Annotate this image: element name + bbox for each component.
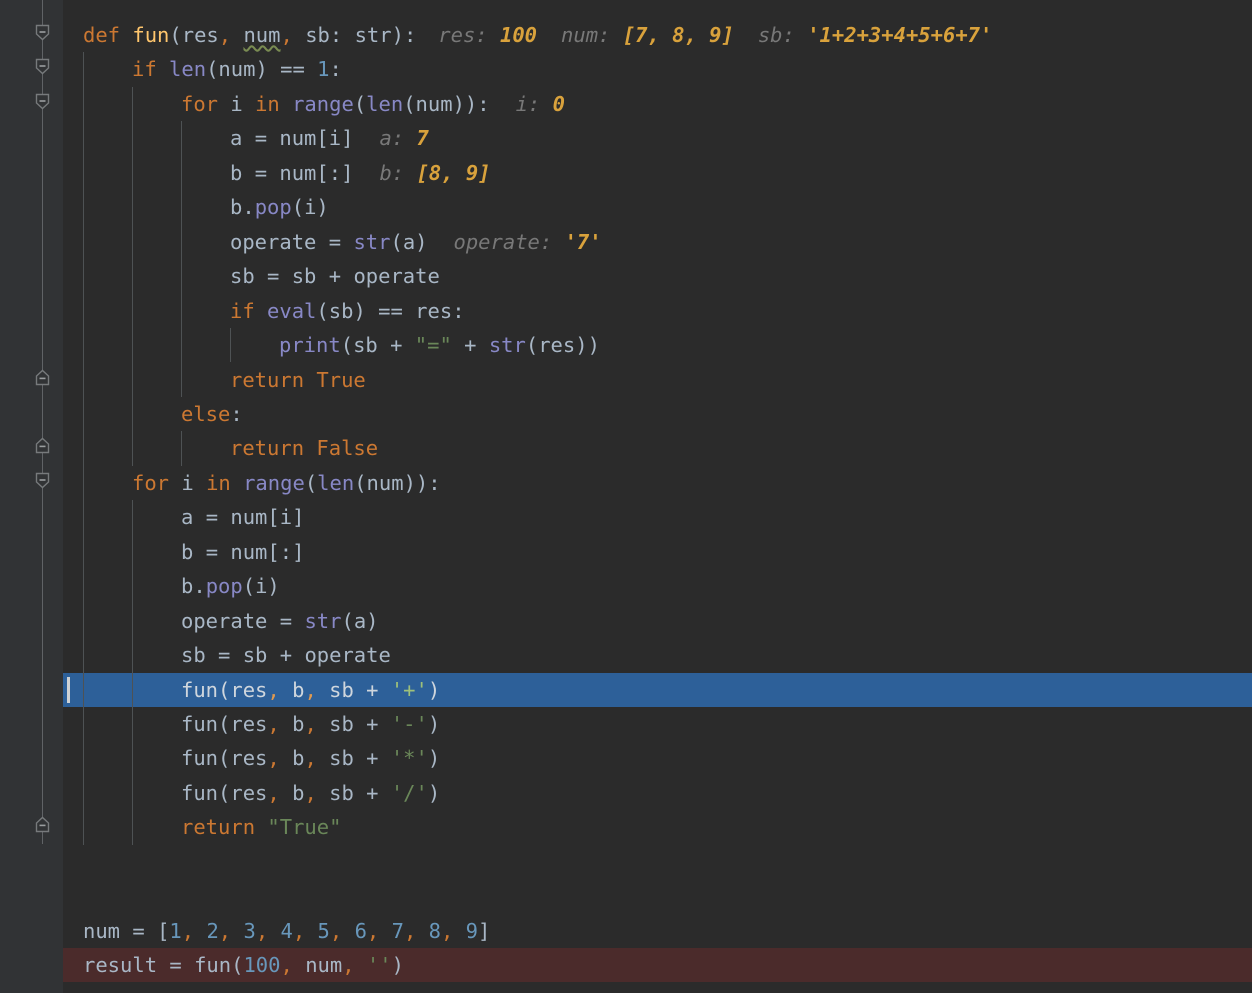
fold-expanded-icon[interactable] — [35, 24, 50, 41]
code-line[interactable]: if eval(sb) == res: — [230, 294, 465, 328]
indent-guide — [181, 121, 182, 397]
fold-end-icon[interactable] — [35, 437, 50, 454]
code-line[interactable]: b.pop(i) — [230, 190, 329, 224]
inline-hint-label: res: — [438, 23, 500, 47]
code-line[interactable]: operate = str(a) — [181, 604, 379, 638]
indent-guide — [132, 86, 133, 466]
inline-hint-label: b: — [379, 160, 417, 185]
code-line[interactable]: return "True" — [181, 810, 341, 844]
code-line[interactable]: b = num[:] — [181, 535, 304, 569]
fold-expanded-icon[interactable] — [35, 58, 50, 75]
indent-guide — [230, 328, 231, 363]
inline-hint-value: 0 — [552, 91, 565, 116]
code-line[interactable]: fun(res, b, sb + '/') — [181, 776, 440, 810]
inline-hint-value: 100 — [500, 23, 538, 47]
code-line[interactable]: b = num[:] b: [8, 9] — [230, 156, 491, 190]
inline-hint-label: operate: — [453, 229, 565, 254]
inline-hint-value: [7, 8, 9] — [622, 23, 734, 47]
code-line[interactable]: fun(res, b, sb + '+') — [181, 673, 440, 707]
code-line[interactable]: fun(res, b, sb + '-') — [181, 707, 440, 741]
text-caret — [67, 676, 70, 703]
code-line[interactable]: result = fun(100, num, '') — [83, 948, 404, 982]
code-content-area[interactable]: def fun(res, num, sb: str): res: 100 num: … — [63, 0, 1252, 993]
code-line[interactable]: sb = sb + operate — [230, 259, 440, 293]
inline-hint-value: 7 — [416, 126, 429, 151]
inline-hint-value: [8, 9] — [416, 160, 491, 185]
code-line[interactable]: print(sb + "=" + str(res)) — [279, 328, 600, 362]
indent-guide — [83, 52, 84, 845]
code-line[interactable]: b.pop(i) — [181, 569, 280, 603]
code-line[interactable]: else: — [181, 397, 243, 431]
inline-hint-label: a: — [379, 126, 417, 151]
code-line[interactable]: return False — [230, 431, 378, 465]
code-line[interactable]: fun(res, b, sb + '*') — [181, 741, 440, 775]
fold-expanded-icon[interactable] — [35, 93, 50, 110]
editor-gutter[interactable] — [0, 0, 21, 993]
inline-hint-value: '1+2+3+4+5+6+7' — [807, 23, 993, 47]
code-line[interactable]: num = [1, 2, 3, 4, 5, 6, 7, 8, 9] — [83, 914, 490, 948]
indent-guide — [181, 431, 182, 466]
inline-hint-label: sb: — [757, 23, 808, 47]
inline-hint-value: '7' — [564, 229, 602, 254]
fold-expanded-icon[interactable] — [35, 472, 50, 489]
code-line[interactable]: for i in range(len(num)): i: 0 — [181, 87, 565, 121]
code-line[interactable]: return True — [230, 363, 366, 397]
inline-hint-label: i: — [515, 91, 553, 116]
code-line[interactable]: def fun(res, num, sb: str): res: 100 num: … — [83, 18, 992, 52]
inline-hint-label: num: — [561, 23, 623, 47]
code-line[interactable]: operate = str(a) operate: '7' — [230, 225, 602, 259]
code-line[interactable]: for i in range(len(num)): — [132, 466, 441, 500]
code-line[interactable]: sb = sb + operate — [181, 638, 391, 672]
code-line[interactable]: if len(num) == 1: — [132, 52, 342, 86]
fold-end-icon[interactable] — [35, 816, 50, 833]
fold-rail-line — [42, 0, 43, 845]
indent-guide — [132, 500, 133, 845]
code-line[interactable]: a = num[i] a: 7 — [230, 121, 429, 155]
fold-end-icon[interactable] — [35, 369, 50, 386]
code-line[interactable]: a = num[i] — [181, 500, 304, 534]
code-editor[interactable]: def fun(res, num, sb: str): res: 100 num: … — [0, 0, 1252, 993]
